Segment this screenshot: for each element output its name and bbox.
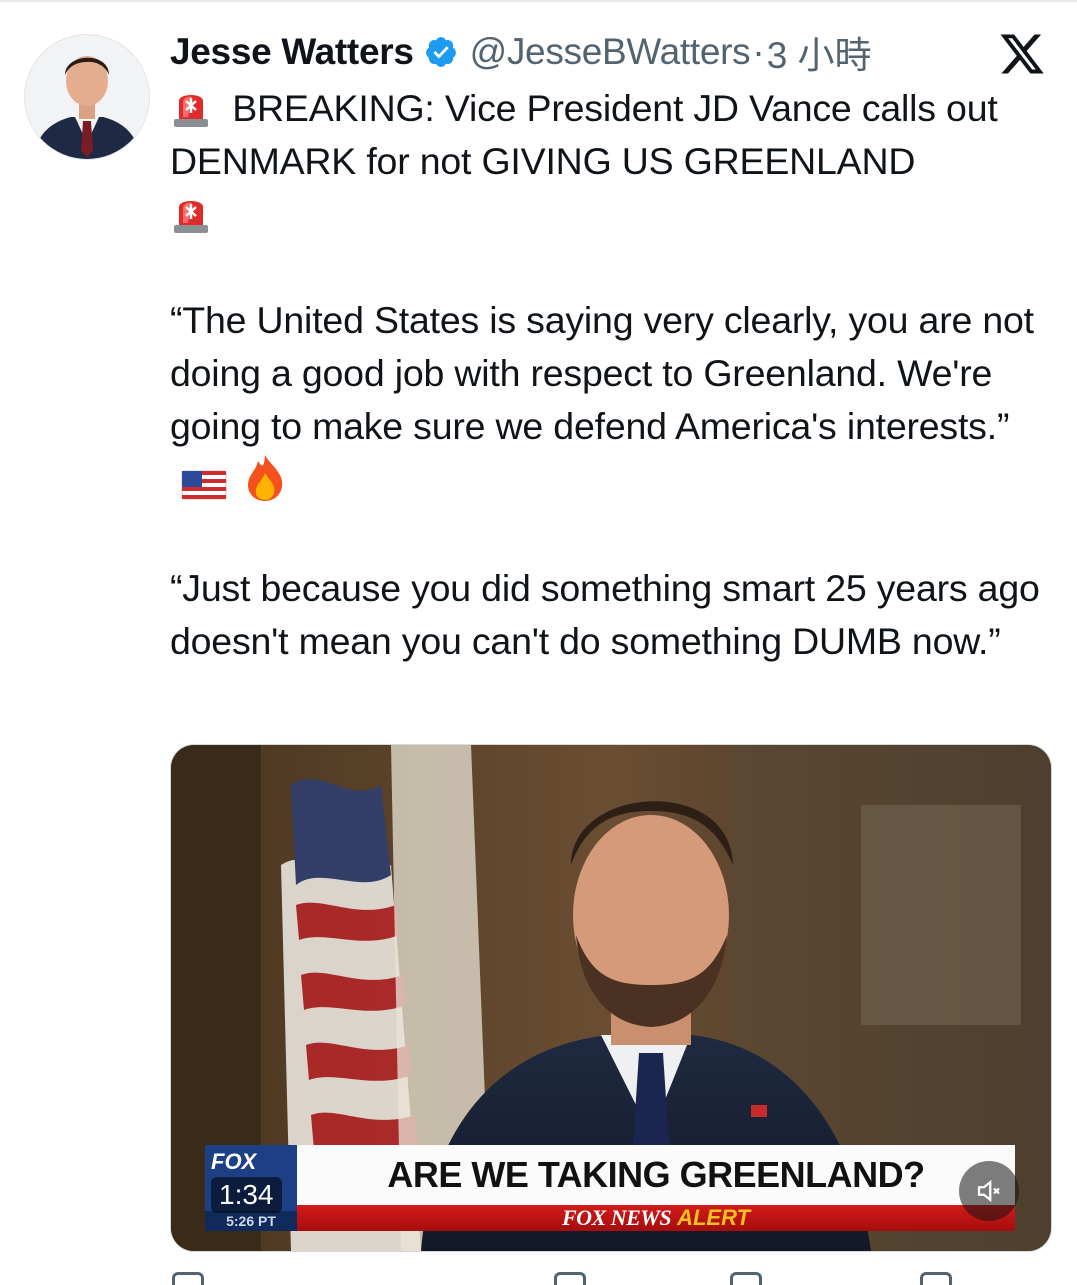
author-handle[interactable]: @JesseBWatters — [470, 31, 751, 73]
volume-muted-icon — [977, 1179, 1000, 1203]
like-icon[interactable] — [730, 1272, 762, 1285]
retweet-icon[interactable] — [554, 1272, 586, 1285]
video-player[interactable]: FOX 5:26 PT ARE WE TAKING GREENLAND? FOX… — [170, 744, 1052, 1252]
tweet-line-breaking: BREAKING: Vice President JD Vance calls … — [170, 82, 1060, 241]
siren-emoji-icon — [174, 95, 208, 127]
tweet-quote-2: “Just because you did something smart 25… — [170, 567, 1040, 662]
chyron-alert-bar: FOX NEWS ALERT — [297, 1205, 1015, 1231]
x-logo-icon — [1000, 34, 1044, 74]
broadcast-clock: 5:26 PT — [205, 1211, 297, 1231]
bookmark-icon[interactable] — [920, 1272, 952, 1285]
quote-1-text: “The United States is saying very clearl… — [170, 299, 1034, 447]
timestamp[interactable]: 3 小時 — [767, 25, 872, 79]
siren-emoji-icon — [174, 201, 208, 233]
reply-icon[interactable] — [172, 1272, 204, 1285]
chyron-headline: ARE WE TAKING GREENLAND? — [297, 1145, 1015, 1205]
author-name[interactable]: Jesse Watters — [170, 31, 414, 73]
news-chyron: FOX 5:26 PT ARE WE TAKING GREENLAND? FOX… — [205, 1145, 1015, 1231]
network-name: FOX NEWS — [561, 1205, 672, 1230]
verified-badge-icon — [425, 37, 456, 67]
us-flag-emoji-icon — [181, 470, 227, 500]
tweet-action-bar — [170, 1266, 1050, 1285]
separator-dot: · — [752, 31, 765, 72]
top-divider — [0, 0, 1077, 2]
fire-emoji-icon — [248, 455, 283, 501]
tweet-header: Jesse Watters @JesseBWatters · 3 小時 — [170, 26, 872, 78]
tweet-text: BREAKING: Vice President JD Vance calls … — [170, 82, 1060, 668]
alert-label: ALERT — [677, 1205, 751, 1230]
video-duration: 1:34 — [211, 1177, 282, 1213]
breaking-text: BREAKING: Vice President JD Vance calls … — [170, 87, 998, 182]
avatar[interactable] — [24, 34, 150, 160]
fox-logo-text: FOX — [211, 1149, 257, 1174]
tweet-quote-1: “The United States is saying very clearl… — [170, 294, 1060, 509]
mute-button[interactable] — [959, 1161, 1019, 1221]
